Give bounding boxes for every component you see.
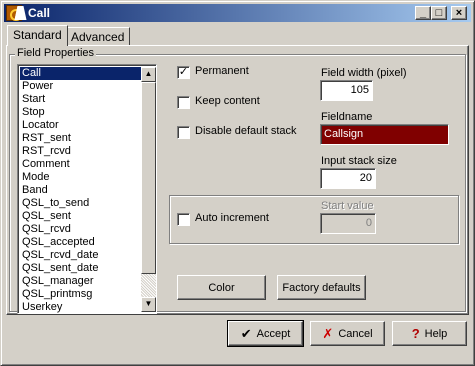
input-stack-size-input[interactable]: 20 [320, 168, 376, 189]
help-button-label: Help [424, 327, 448, 340]
title-bar[interactable]: Call _ □ × [4, 4, 471, 22]
list-item[interactable]: QSL_rcvd_date [20, 249, 141, 262]
keep-content-checkbox[interactable] [177, 96, 190, 109]
list-item[interactable]: QSL_rcvd [20, 223, 141, 236]
list-item[interactable]: Power [20, 80, 141, 93]
checkmark-icon: ✔ [240, 326, 252, 341]
input-stack-size-label: Input stack size [321, 155, 397, 167]
help-question-icon: ? [411, 326, 420, 341]
cancel-button-label: Cancel [338, 327, 373, 340]
disable-default-stack-label: Disable default stack [195, 125, 297, 137]
list-item[interactable]: QSL_to_send [20, 197, 141, 210]
scroll-down-icon[interactable]: ▼ [141, 297, 156, 312]
start-value-label: Start value [321, 200, 374, 212]
minimize-button[interactable]: _ [415, 6, 431, 20]
permanent-label: Permanent [195, 65, 249, 77]
fieldname-label: Fieldname [321, 111, 373, 123]
list-item[interactable]: Stop [20, 106, 141, 119]
accept-button[interactable]: ✔ Accept [227, 320, 304, 347]
disable-default-stack-checkbox[interactable] [177, 126, 190, 139]
field-width-label: Field width (pixel) [321, 67, 407, 79]
list-item[interactable]: Userkey [20, 301, 141, 314]
field-list[interactable]: Call Power Start Stop Locator RST_sent RST_rcv… [17, 64, 157, 314]
factory-defaults-button[interactable]: Factory defaults [277, 275, 366, 300]
factory-defaults-button-label: Factory defaults [282, 281, 361, 294]
keep-content-label: Keep content [195, 95, 260, 107]
auto-increment-label: Auto increment [195, 212, 269, 224]
list-item[interactable]: QSL_sent_date [20, 262, 141, 275]
close-button[interactable]: × [451, 6, 467, 20]
tab-advanced[interactable]: Advanced [65, 27, 131, 45]
maximize-button[interactable]: □ [431, 6, 447, 20]
dialog-window: Call _ □ × Standard Advanced Field Prope… [0, 0, 475, 366]
list-item[interactable]: Locator [20, 119, 141, 132]
cancel-x-icon: ✗ [322, 326, 334, 341]
color-button[interactable]: Color [177, 275, 266, 300]
tab-standard[interactable]: Standard [7, 25, 68, 46]
list-item[interactable]: RST_sent [20, 132, 141, 145]
window-title: Call [28, 6, 51, 20]
color-button-label: Color [208, 281, 235, 294]
scroll-thumb[interactable] [141, 82, 156, 274]
accept-button-label: Accept [256, 327, 291, 340]
field-width-input[interactable]: 105 [320, 80, 373, 101]
list-item[interactable]: QSL_accepted [20, 236, 141, 249]
list-item[interactable]: Start [20, 93, 141, 106]
auto-increment-checkbox[interactable] [177, 213, 190, 226]
fieldname-input[interactable]: Callsign [320, 124, 449, 145]
help-button[interactable]: ? Help [392, 321, 467, 346]
start-value-input[interactable]: 0 [320, 213, 376, 234]
cancel-button[interactable]: ✗ Cancel [310, 321, 385, 346]
field-properties-legend: Field Properties [15, 47, 97, 59]
list-item[interactable]: Band [20, 184, 141, 197]
field-list-items: Call Power Start Stop Locator RST_sent RST_rcv… [20, 67, 141, 314]
list-item[interactable]: RST_rcvd [20, 145, 141, 158]
permanent-checkbox[interactable]: ✓ [177, 66, 190, 79]
list-item[interactable]: Comment [20, 158, 141, 171]
checkmark-icon: ✓ [178, 66, 189, 78]
list-item[interactable]: QSL_printmsg [20, 288, 141, 301]
list-item[interactable]: QSL_sent [20, 210, 141, 223]
list-item[interactable]: QSL_manager [20, 275, 141, 288]
list-item[interactable]: Call [20, 67, 141, 80]
scroll-up-icon[interactable]: ▲ [141, 67, 156, 82]
list-item[interactable]: Mode [20, 171, 141, 184]
field-list-scrollbar[interactable]: ▲ ▼ [141, 67, 156, 312]
